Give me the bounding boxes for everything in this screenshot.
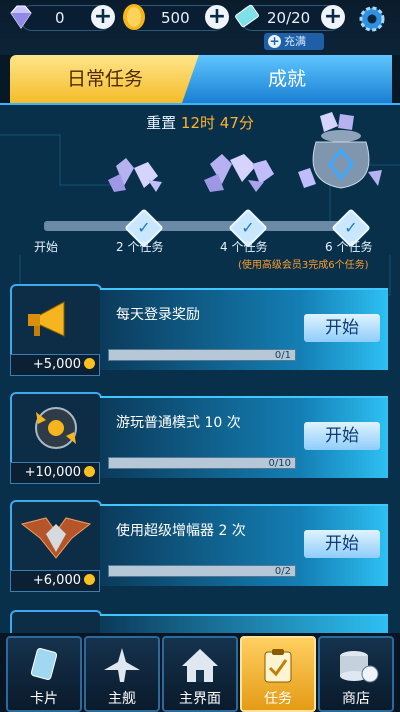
milestone-label-2: 4 个任务 xyxy=(220,240,268,254)
gems-counter: 0 + xyxy=(10,5,115,31)
reset-label: 重置 xyxy=(146,114,177,132)
quest-body: 游玩普通模式 10 次 开始 0/10 xyxy=(100,396,388,478)
quest-reward: +10,000 xyxy=(10,462,100,484)
checkmark-icon: ✓ xyxy=(241,218,255,237)
quest-progress: 0/10 xyxy=(108,457,296,469)
energy-card-icon xyxy=(235,4,259,28)
quest-start-button[interactable]: 开始 xyxy=(304,530,380,558)
premium-note: (使用高级会员3完成6个任务) xyxy=(238,260,369,271)
megaphone-icon xyxy=(28,301,65,337)
cards-icon xyxy=(30,648,58,680)
nav-ship-label: 主舰 xyxy=(108,691,136,707)
ship-icon xyxy=(104,648,140,682)
quest-body: 使用超级增幅器 2 次 开始 0/2 xyxy=(100,504,388,586)
quest-card: +10,000 游玩普通模式 10 次 开始 0/10 xyxy=(10,392,388,484)
energy-value: 20/20 xyxy=(267,9,311,27)
quest-reward: +5,000 xyxy=(10,354,100,376)
plus-icon: + xyxy=(268,34,281,48)
milestone-label-3: 6 个任务 xyxy=(325,240,373,254)
quest-card: +5,000 每天登录奖励 开始 0/1 xyxy=(10,284,388,376)
quest-progress: 0/1 xyxy=(108,349,296,361)
quest-title: 使用超级增幅器 2 次 xyxy=(116,523,246,539)
crystal-reward-medium-icon xyxy=(204,154,274,192)
nav-shop[interactable]: 商店 xyxy=(318,636,394,712)
quest-body-partial xyxy=(100,614,388,635)
crystal-sack-icon xyxy=(298,112,382,189)
recharge-label: 充满 xyxy=(284,35,306,48)
nav-home[interactable]: 主界面 xyxy=(162,636,238,712)
ship-orb-icon xyxy=(35,407,77,449)
crystal-reward-small-icon xyxy=(108,158,162,192)
milestone-start-label: 开始 xyxy=(34,240,59,254)
quest-start-button[interactable]: 开始 xyxy=(304,314,380,342)
home-icon xyxy=(182,649,218,682)
clipboard-icon xyxy=(264,649,292,683)
checkmark-icon: ✓ xyxy=(137,218,151,237)
quest-title: 每天登录奖励 xyxy=(116,307,200,323)
quest-reward: +6,000 xyxy=(10,570,100,592)
coin-icon xyxy=(84,574,95,585)
nav-cards-label: 卡片 xyxy=(30,691,58,707)
coin-icon xyxy=(84,358,95,369)
recharge-button[interactable]: + 充满 xyxy=(264,33,324,50)
gems-value: 0 xyxy=(55,9,65,27)
tab-achievements[interactable]: 成就 xyxy=(182,55,392,103)
coin-stack-icon xyxy=(340,651,379,683)
quest-card-partial xyxy=(10,610,102,635)
settings-gear-icon[interactable] xyxy=(358,5,386,33)
quest-body: 每天登录奖励 开始 0/1 xyxy=(100,288,388,370)
quest-card: +6,000 使用超级增幅器 2 次 开始 0/2 xyxy=(10,500,388,592)
coins-value: 500 xyxy=(161,9,190,27)
nav-shop-label: 商店 xyxy=(342,691,370,707)
coin-icon xyxy=(123,4,145,30)
milestone-label-1: 2 个任务 xyxy=(116,240,164,254)
add-energy-button[interactable]: + xyxy=(321,5,345,29)
nav-ship[interactable]: 主舰 xyxy=(84,636,160,712)
add-gems-button[interactable]: + xyxy=(91,5,115,29)
checkmark-icon: ✓ xyxy=(344,218,358,237)
coin-icon xyxy=(84,466,95,477)
nav-tasks[interactable]: 任务 xyxy=(240,636,316,712)
gem-icon xyxy=(10,5,32,29)
tab-daily-tasks[interactable]: 日常任务 xyxy=(10,55,200,103)
coins-counter: 500 + xyxy=(123,4,229,31)
energy-counter: 20/20 + xyxy=(235,4,345,31)
milestone-track xyxy=(44,221,366,231)
quest-start-button[interactable]: 开始 xyxy=(304,422,380,450)
nav-tasks-label: 任务 xyxy=(264,691,292,707)
reset-time: 12时 47分 xyxy=(180,114,254,132)
nav-home-label: 主界面 xyxy=(179,691,221,707)
nav-cards[interactable]: 卡片 xyxy=(6,636,82,712)
quest-progress: 0/2 xyxy=(108,565,296,577)
quest-title: 游玩普通模式 10 次 xyxy=(116,415,241,431)
add-coins-button[interactable]: + xyxy=(205,5,229,29)
rank-badge-icon xyxy=(20,517,92,559)
